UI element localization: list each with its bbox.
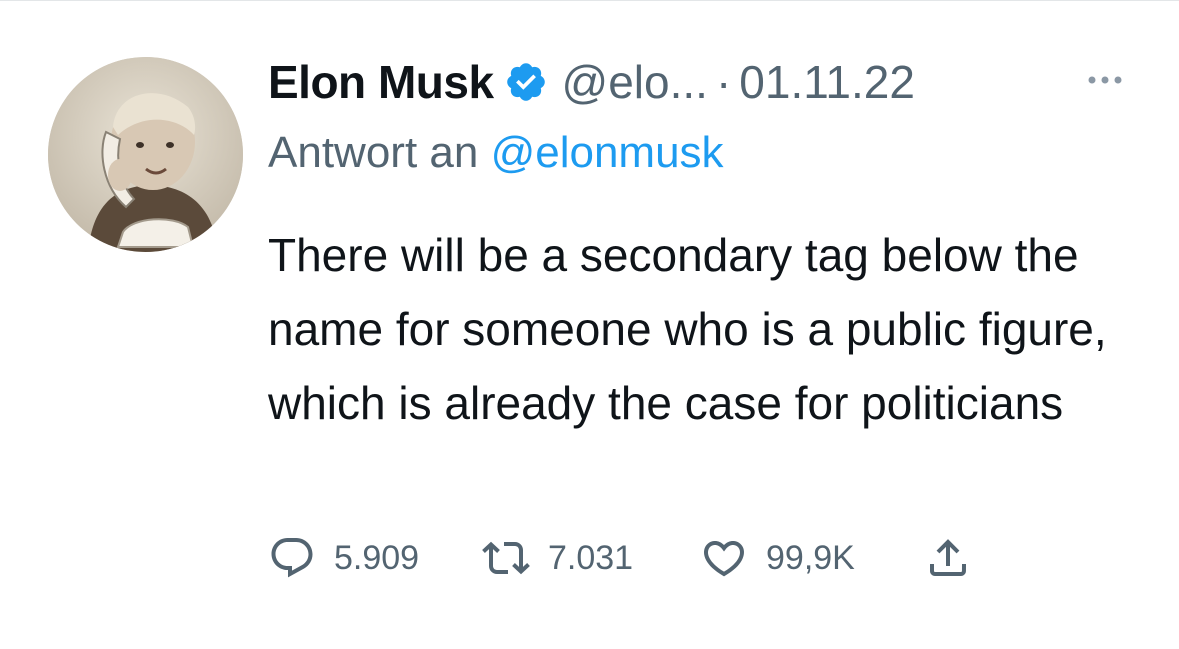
top-divider [0,0,1179,1]
like-count: 99,9K [766,538,855,577]
author-handle[interactable]: @elo... [562,55,708,109]
retweet-icon [482,541,530,575]
share-icon [930,539,966,576]
tweet-text: There will be a secondary tag below the … [268,229,1107,429]
reply-prefix: Antwort an [268,128,479,177]
retweet-button[interactable]: 7.031 [482,530,700,586]
heart-icon [703,541,745,577]
share-button[interactable] [924,530,972,586]
tweet-date[interactable]: 01.11.22 [739,55,915,109]
like-button[interactable]: 99,9K [700,530,924,586]
separator-dot: · [715,56,732,108]
more-dots-icon[interactable] [1083,60,1127,100]
tweet-header: Elon Musk @elo... · 01.11.22 [268,54,915,110]
reply-count: 5.909 [334,538,420,577]
reply-context: Antwort an @elonmusk [268,128,724,178]
author-name[interactable]: Elon Musk [268,55,494,109]
tweet-actions: 5.909 7.031 99,9K [268,530,972,586]
reply-mention-link[interactable]: @elonmusk [491,128,724,177]
retweet-count: 7.031 [548,538,634,577]
reply-icon [271,538,313,578]
profile-photo-icon [48,57,243,252]
verified-badge-icon [506,63,545,101]
reply-button[interactable]: 5.909 [268,530,482,586]
avatar[interactable] [48,57,243,252]
